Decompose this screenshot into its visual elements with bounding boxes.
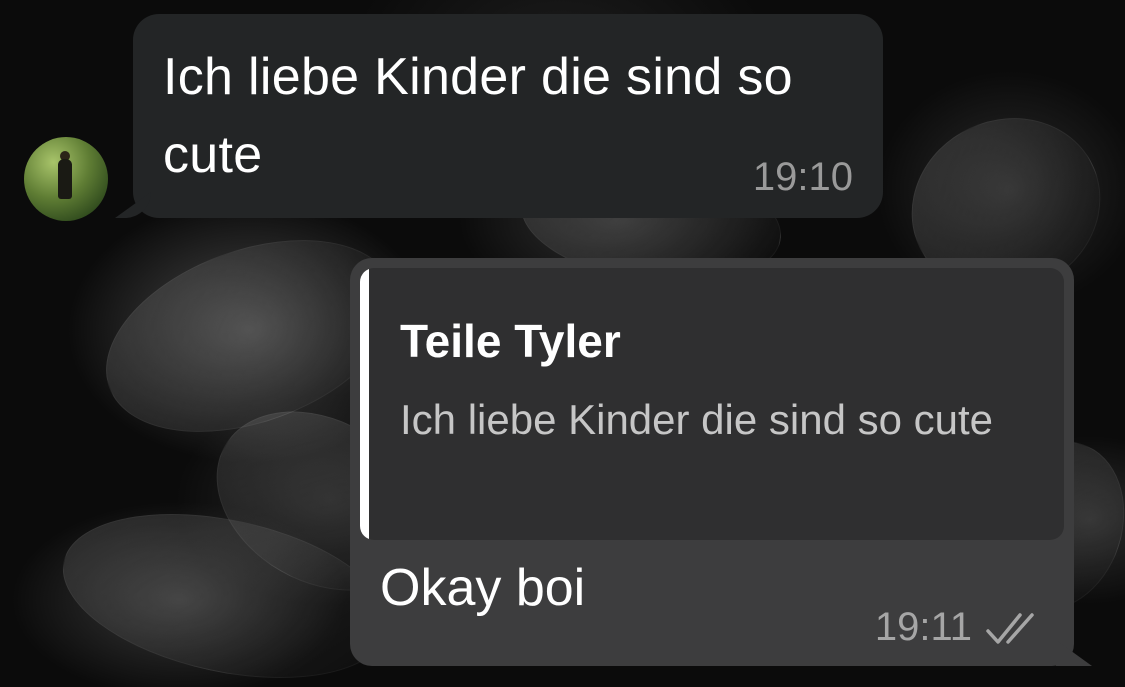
outgoing-message-bubble[interactable]: Teile Tyler Ich liebe Kinder die sind so…: [350, 258, 1074, 666]
outgoing-message-text: Okay boi: [380, 559, 586, 617]
incoming-message-time: 19:10: [752, 155, 853, 199]
contact-avatar[interactable]: [24, 137, 108, 221]
outgoing-message-meta: 19:11: [875, 605, 1044, 650]
quote-text: Ich liebe Kinder die sind so cute: [400, 396, 994, 443]
outgoing-message-time: 19:11: [874, 605, 972, 649]
reply-quote[interactable]: Teile Tyler Ich liebe Kinder die sind so…: [360, 268, 1064, 540]
incoming-message-bubble[interactable]: Ich liebe Kinder die sind so cute 19:10: [133, 14, 883, 218]
quote-author: Teile Tyler: [400, 315, 621, 367]
chat-view: Ich liebe Kinder die sind so cute 19:10 …: [0, 0, 1125, 687]
quote-bar: [360, 268, 369, 540]
double-check-icon: [986, 612, 1034, 644]
avatar-figure: [58, 159, 72, 199]
